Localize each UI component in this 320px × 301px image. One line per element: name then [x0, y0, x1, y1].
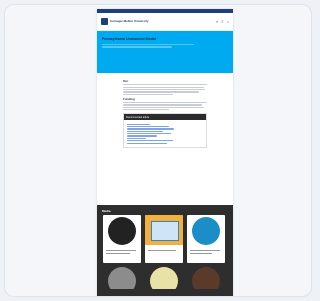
section-title: Our — [123, 79, 129, 83]
caption-line — [106, 253, 130, 255]
search-icon[interactable]: ⌕ — [216, 19, 218, 24]
recommended-link[interactable] — [127, 125, 169, 128]
text-line — [123, 106, 205, 108]
media-row — [97, 267, 233, 289]
text-line — [123, 88, 206, 91]
recommended-link[interactable] — [127, 133, 172, 135]
recommended-box: Recommended article — [123, 113, 207, 148]
hero-title: Pennsylvania Unmanned Medal — [102, 37, 156, 41]
media-thumbnail — [192, 267, 220, 289]
hero-text-line — [102, 46, 172, 48]
user-icon[interactable]: ○ — [227, 19, 229, 24]
recommended-list — [124, 120, 206, 147]
hero-banner: Pennsylvania Unmanned Medal — [97, 31, 233, 73]
menu-icon[interactable]: ≡ — [221, 19, 223, 24]
media-title: Media — [102, 209, 111, 213]
media-card[interactable] — [103, 215, 141, 263]
site-logo[interactable]: Carnegie Mellon University — [101, 18, 149, 25]
media-card[interactable] — [187, 215, 225, 263]
text-line — [123, 102, 207, 104]
recommended-link[interactable] — [127, 137, 146, 139]
recommended-link[interactable] — [127, 140, 173, 142]
text-line — [123, 93, 174, 95]
recommended-link[interactable] — [127, 130, 164, 132]
text-line — [123, 91, 199, 93]
recommended-link[interactable] — [127, 123, 150, 125]
text-line — [123, 109, 170, 111]
media-thumbnail — [192, 217, 220, 245]
caption-line — [190, 253, 212, 255]
caption-line — [148, 250, 176, 252]
media-thumbnail — [108, 267, 136, 289]
media-thumbnail — [150, 267, 178, 289]
media-thumbnail — [145, 215, 183, 245]
article-content: Our Funding Recommended article — [97, 73, 233, 152]
recommended-link[interactable] — [127, 135, 158, 137]
recommended-link[interactable] — [127, 128, 175, 130]
header-icons: ⌕ ≡ ○ — [216, 19, 229, 24]
logo-text: Carnegie Mellon University — [110, 19, 149, 23]
text-line — [123, 84, 207, 86]
logo-mark-icon — [101, 18, 108, 25]
section-title: Funding — [123, 96, 135, 101]
media-card[interactable] — [103, 267, 141, 289]
text-line — [123, 86, 204, 88]
media-row — [97, 215, 233, 263]
text-line — [123, 104, 202, 106]
media-card[interactable] — [187, 267, 225, 289]
webpage-preview: Carnegie Mellon University ⌕ ≡ ○ Pennsyl… — [97, 9, 233, 296]
caption-line — [106, 250, 136, 252]
preview-card: Carnegie Mellon University ⌕ ≡ ○ Pennsyl… — [4, 4, 312, 297]
media-thumbnail — [108, 217, 136, 245]
site-header: Carnegie Mellon University ⌕ ≡ ○ — [97, 13, 233, 31]
hero-text-line — [102, 44, 194, 46]
recommended-link[interactable] — [127, 142, 167, 144]
media-card[interactable] — [145, 215, 183, 263]
media-card[interactable] — [145, 267, 183, 289]
media-section: Media — [97, 205, 233, 296]
caption-line — [190, 250, 220, 252]
